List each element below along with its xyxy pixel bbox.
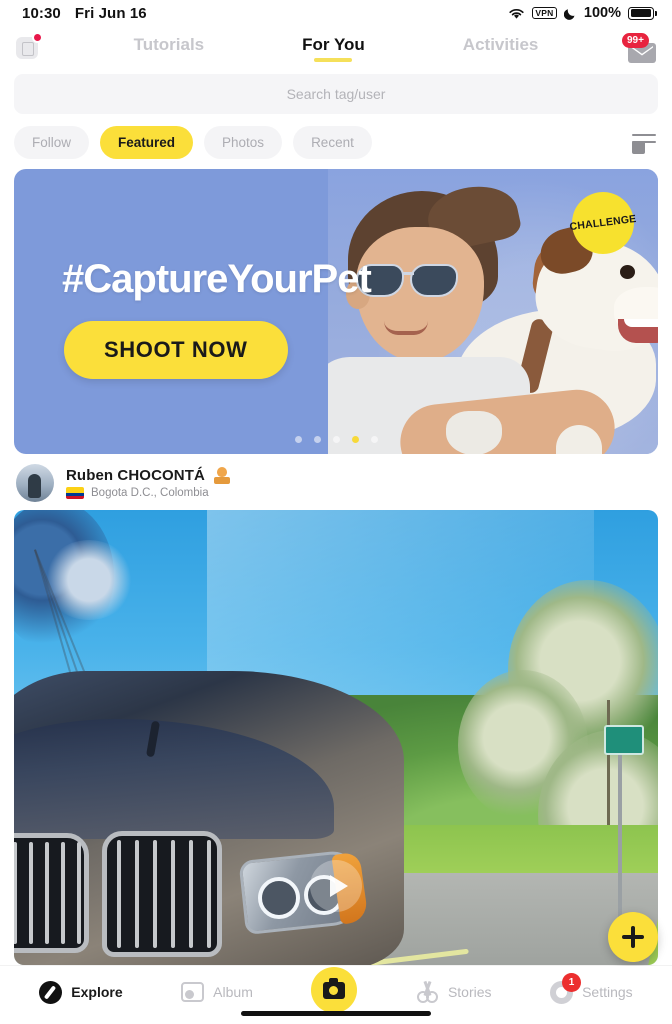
- status-bar: 10:30 Fri Jun 16 VPN 100%: [0, 0, 672, 26]
- battery-icon: [628, 6, 657, 20]
- avatar[interactable]: [16, 464, 54, 502]
- post-header[interactable]: Ruben CHOCONTÁ Bogota D.C., Colombia: [0, 454, 672, 510]
- bottom-nav-stories[interactable]: Stories: [416, 981, 492, 1003]
- post-location-row: Bogota D.C., Colombia: [66, 487, 230, 499]
- add-button[interactable]: [608, 912, 658, 962]
- camera-button[interactable]: [311, 967, 358, 1013]
- post-author-name: Ruben CHOCONTÁ: [66, 467, 205, 484]
- scissors-icon: [416, 981, 439, 1003]
- post-author-row: Ruben CHOCONTÁ: [66, 467, 230, 484]
- battery-percent: 100%: [583, 5, 621, 21]
- notification-dot: [32, 32, 43, 43]
- chip-recent[interactable]: Recent: [293, 126, 372, 159]
- mail-badge: 99+: [622, 33, 649, 48]
- post-author-block: Ruben CHOCONTÁ Bogota D.C., Colombia: [66, 467, 230, 499]
- status-bar-left: 10:30 Fri Jun 16: [22, 5, 147, 22]
- moon-icon: [563, 8, 575, 20]
- top-navigation: Tutorials For You Activities 99+: [0, 26, 672, 70]
- tab-activities[interactable]: Activities: [463, 35, 539, 62]
- bottom-nav-explore[interactable]: Explore: [39, 980, 123, 1004]
- bottom-nav-label: Settings: [582, 984, 633, 1000]
- status-date: Fri Jun 16: [74, 4, 147, 22]
- carousel-dot[interactable]: [332, 436, 340, 443]
- carousel-dot[interactable]: [313, 436, 321, 443]
- chip-photos[interactable]: Photos: [204, 126, 283, 159]
- chip-featured[interactable]: Featured: [100, 126, 194, 159]
- tab-tutorials[interactable]: Tutorials: [134, 35, 205, 62]
- status-bar-right: VPN 100%: [508, 5, 657, 21]
- compass-icon: [39, 980, 63, 1004]
- camera-icon: [323, 977, 346, 999]
- search-bar[interactable]: Search tag/user: [14, 74, 658, 114]
- bottom-nav-album[interactable]: Album: [181, 982, 253, 1002]
- album-icon: [181, 982, 205, 1002]
- bottom-nav-settings[interactable]: 1 Settings: [550, 972, 633, 1004]
- settings-badge: 1: [562, 972, 582, 992]
- filter-chip-row: Follow Featured Photos Recent: [0, 114, 672, 169]
- vpn-indicator: VPN: [531, 6, 557, 20]
- bottom-nav-label: Stories: [447, 984, 492, 1000]
- shoot-now-button[interactable]: SHOOT NOW: [64, 321, 288, 379]
- mail-button[interactable]: 99+: [622, 33, 656, 63]
- search-input[interactable]: Search tag/user: [287, 86, 386, 102]
- chip-follow[interactable]: Follow: [14, 126, 90, 159]
- status-time: 10:30: [22, 4, 61, 22]
- post-location: Bogota D.C., Colombia: [91, 487, 209, 499]
- hero-hashtag: #CaptureYourPet: [62, 257, 372, 301]
- challenge-badge-label: CHALLENGE: [568, 212, 638, 234]
- tab-for-you[interactable]: For You: [302, 35, 365, 62]
- post-media[interactable]: [14, 510, 658, 965]
- home-indicator: [241, 1011, 431, 1016]
- carousel-dot[interactable]: [294, 436, 302, 443]
- hero-banner[interactable]: #CaptureYourPet SHOOT NOW CHALLENGE: [14, 169, 658, 454]
- tab-bar: Tutorials For You Activities: [0, 35, 672, 62]
- play-icon[interactable]: [310, 860, 362, 912]
- bottom-nav-label: Album: [213, 984, 253, 1000]
- carousel-dot[interactable]: [370, 436, 378, 443]
- carousel-dots[interactable]: [14, 436, 658, 443]
- carousel-dot-active[interactable]: [351, 436, 359, 443]
- filter-add-icon[interactable]: [632, 132, 658, 154]
- app-screen: 10:30 Fri Jun 16 VPN 100% Tutorials For …: [0, 0, 672, 1024]
- wifi-icon: [509, 8, 524, 19]
- colombia-flag-icon: [66, 487, 84, 499]
- bottom-nav-label: Explore: [71, 984, 123, 1000]
- car-image: [14, 671, 404, 965]
- app-badge-icon[interactable]: [16, 32, 43, 59]
- rank-badge-icon: [213, 467, 230, 484]
